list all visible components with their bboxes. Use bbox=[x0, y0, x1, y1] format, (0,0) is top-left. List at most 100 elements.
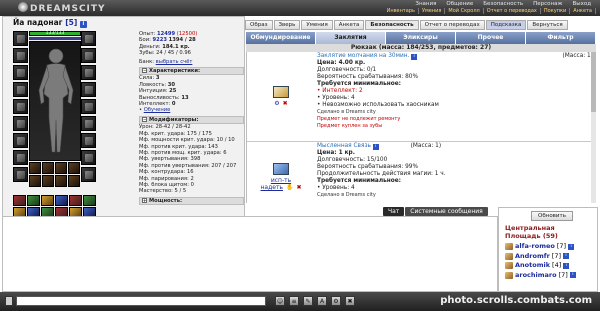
belt-slot[interactable] bbox=[13, 167, 28, 182]
filter-icon[interactable]: ≡ bbox=[289, 296, 299, 306]
character-avatar[interactable] bbox=[29, 41, 81, 161]
subnav-skills[interactable]: Умения bbox=[419, 8, 446, 14]
quick-item-2[interactable] bbox=[27, 195, 40, 206]
tab-other[interactable]: Прочее bbox=[456, 32, 526, 44]
use-link[interactable]: исп-ть bbox=[271, 177, 291, 184]
settings-icon[interactable]: ⚙ bbox=[331, 296, 341, 306]
expand-icon[interactable]: + bbox=[142, 197, 147, 203]
scroll-icon[interactable] bbox=[273, 86, 289, 98]
quick-item-5[interactable] bbox=[69, 195, 82, 206]
spell-slot-8[interactable] bbox=[68, 175, 80, 187]
tab-chat[interactable]: Чат bbox=[383, 207, 405, 216]
weapon-slot[interactable] bbox=[13, 82, 28, 97]
info-icon[interactable]: i bbox=[568, 243, 575, 250]
equip-link[interactable]: надеть bbox=[261, 184, 283, 191]
collapse-icon[interactable]: − bbox=[142, 68, 147, 74]
smiles-icon[interactable]: ☺ bbox=[275, 296, 285, 306]
clear-icon[interactable]: ✎ bbox=[303, 296, 313, 306]
info-icon[interactable]: i bbox=[411, 54, 418, 60]
characteristics-header[interactable]: − Характеристики: bbox=[139, 67, 244, 76]
armor-slot[interactable] bbox=[13, 99, 28, 114]
bank-link[interactable]: выбрать счёт bbox=[156, 59, 193, 65]
helmet-slot[interactable] bbox=[13, 31, 28, 46]
font-icon[interactable]: A bbox=[317, 296, 327, 306]
cloak-slot[interactable] bbox=[81, 116, 96, 131]
chat-input[interactable] bbox=[16, 296, 266, 306]
quick-item-6[interactable] bbox=[83, 195, 96, 206]
gloves-slot[interactable] bbox=[81, 31, 96, 46]
tab-hint[interactable]: Подсказка bbox=[485, 20, 527, 30]
tab-system-messages[interactable]: Системные сообщения bbox=[405, 207, 488, 216]
tab-return[interactable]: Вернуться bbox=[527, 20, 568, 30]
tab-spells[interactable]: Заклятия bbox=[316, 32, 386, 44]
tab-equipment[interactable]: Обмундирование bbox=[246, 32, 316, 44]
spell-slot-3[interactable] bbox=[55, 162, 67, 174]
boots-slot[interactable] bbox=[81, 65, 96, 80]
item-list-scrollbar[interactable] bbox=[591, 52, 596, 203]
training-link[interactable]: Обучение bbox=[144, 107, 171, 113]
exit-icon[interactable]: ✖ bbox=[345, 296, 355, 306]
chat-mode-icon[interactable] bbox=[5, 296, 13, 306]
info-icon[interactable]: i bbox=[569, 272, 576, 279]
spell-slot-1[interactable] bbox=[29, 162, 41, 174]
tab-pet[interactable]: Зверь bbox=[273, 20, 301, 30]
nav-security[interactable]: Безопасность bbox=[478, 0, 528, 8]
scrollbar-thumb[interactable] bbox=[591, 52, 596, 112]
use-icon[interactable]: ⚙ bbox=[274, 100, 279, 107]
info-icon[interactable]: i bbox=[372, 144, 379, 150]
bracer-slot[interactable] bbox=[81, 99, 96, 114]
tab-elixirs[interactable]: Эликсиры bbox=[386, 32, 456, 44]
offhand-slot[interactable] bbox=[81, 133, 96, 148]
tab-transfers[interactable]: Отчет о переводах bbox=[419, 20, 485, 30]
spell-slot-5[interactable] bbox=[29, 175, 41, 187]
shield-slot[interactable] bbox=[81, 48, 96, 63]
spell-slot-7[interactable] bbox=[55, 175, 67, 187]
subnav-scroll[interactable]: Мой Скролл bbox=[445, 8, 484, 14]
subnav-profile[interactable]: Анкета bbox=[570, 8, 596, 14]
tab-profile[interactable]: Анкета bbox=[333, 20, 365, 30]
pet-slot[interactable] bbox=[81, 167, 96, 182]
power-header[interactable]: + Мощность: bbox=[139, 196, 244, 206]
player-row[interactable]: Andromfr [7] i bbox=[505, 252, 595, 262]
tab-security[interactable]: Безопасность bbox=[365, 20, 419, 30]
nav-character[interactable]: Персонаж bbox=[528, 0, 567, 8]
spell-slot-4[interactable] bbox=[68, 162, 80, 174]
tab-filter[interactable]: Фильтр bbox=[526, 32, 596, 44]
ring-slot-1[interactable] bbox=[13, 116, 28, 131]
info-icon[interactable]: i bbox=[79, 21, 87, 28]
ring-slot-2[interactable] bbox=[13, 133, 28, 148]
nav-exit[interactable]: Выход bbox=[567, 0, 596, 8]
refresh-button[interactable]: Обновить bbox=[531, 211, 573, 221]
misc-slot[interactable] bbox=[81, 150, 96, 165]
subnav-inventory[interactable]: Инвентарь bbox=[384, 8, 419, 14]
spell-slot-2[interactable] bbox=[42, 162, 54, 174]
spell-slot-6[interactable] bbox=[42, 175, 54, 187]
player-row[interactable]: Anotomik [4] i bbox=[505, 261, 595, 271]
item-name[interactable]: Заклятие молчания на 30мин. bbox=[317, 53, 409, 59]
mind-link-icon[interactable] bbox=[273, 162, 289, 175]
tab-image[interactable]: Образ bbox=[245, 20, 273, 30]
chat-area[interactable] bbox=[2, 216, 498, 292]
ring-slot-3[interactable] bbox=[13, 150, 28, 165]
amulet-slot[interactable] bbox=[13, 65, 28, 80]
nav-knowledge[interactable]: Знания bbox=[410, 0, 441, 8]
collapse-icon[interactable]: − bbox=[142, 116, 147, 122]
player-row[interactable]: arochimaro [7] i bbox=[505, 271, 595, 281]
quick-item-3[interactable] bbox=[41, 195, 54, 206]
subnav-transfers[interactable]: Отчет о переводах bbox=[484, 8, 541, 14]
hand-icon[interactable]: ✋ bbox=[286, 184, 293, 191]
item-name[interactable]: Мысленная Связь bbox=[317, 143, 371, 149]
nav-communication[interactable]: Общение bbox=[441, 0, 478, 8]
quick-item-1[interactable] bbox=[13, 195, 26, 206]
player-row[interactable]: alfa-romeo [7] i bbox=[505, 242, 595, 252]
tab-skills[interactable]: Умения bbox=[301, 20, 333, 30]
earring-slot[interactable] bbox=[13, 48, 28, 63]
modifiers-header[interactable]: − Модификаторы: bbox=[139, 115, 244, 125]
delete-icon[interactable]: ✖ bbox=[283, 100, 288, 107]
delete-icon[interactable]: ✖ bbox=[296, 184, 301, 191]
info-icon[interactable]: i bbox=[563, 262, 570, 269]
quick-item-4[interactable] bbox=[55, 195, 68, 206]
subnav-purchases[interactable]: Покупки bbox=[541, 8, 571, 14]
info-icon[interactable]: i bbox=[563, 253, 570, 260]
leggings-slot[interactable] bbox=[81, 82, 96, 97]
